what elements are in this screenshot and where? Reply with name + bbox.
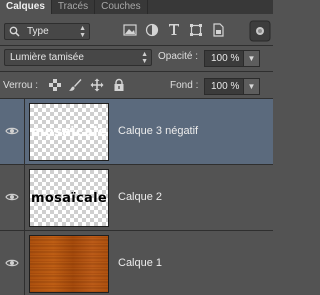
- thumbnail-text: mosaïcale: [31, 191, 107, 206]
- layer-name[interactable]: Calque 3 négatif: [118, 125, 198, 137]
- lock-position-move-icon[interactable]: [90, 78, 106, 94]
- layer-row[interactable]: mosaïcale Calque 3 négatif: [0, 99, 273, 165]
- blend-mode-select[interactable]: Lumière tamisée ▲ ▼: [4, 49, 152, 66]
- type-filter-icon[interactable]: [167, 22, 183, 38]
- layer-name[interactable]: Calque 2: [118, 191, 162, 203]
- opacity-dropdown-button[interactable]: ▼: [243, 50, 260, 67]
- lock-pixels-brush-icon[interactable]: [68, 78, 84, 94]
- visibility-toggle[interactable]: [0, 231, 25, 295]
- layer-row[interactable]: mosaïcale Calque 2: [0, 165, 273, 231]
- fill-label: Fond :: [170, 80, 199, 91]
- updown-arrows-icon: ▲ ▼: [141, 51, 148, 65]
- fill-dropdown-button[interactable]: ▼: [243, 78, 260, 95]
- lock-transparency-icon[interactable]: [48, 78, 64, 94]
- visibility-toggle[interactable]: [0, 99, 25, 164]
- adjustment-filter-icon[interactable]: [145, 23, 161, 39]
- visibility-toggle[interactable]: [0, 165, 25, 230]
- opacity-input[interactable]: 100 %: [204, 50, 244, 67]
- filter-toggle-icon[interactable]: [249, 20, 271, 42]
- image-filter-icon[interactable]: [123, 23, 139, 39]
- eye-icon: [5, 259, 19, 267]
- tab-calques[interactable]: Calques: [0, 0, 52, 14]
- lock-label: Verrou :: [3, 80, 39, 91]
- shape-filter-icon[interactable]: [189, 23, 205, 39]
- layers-list: mosaïcale Calque 3 négatif mosaïcale Cal…: [0, 99, 273, 295]
- thumbnail-text: mosaïcale: [31, 125, 107, 140]
- updown-arrows-icon: ▲ ▼: [79, 25, 86, 39]
- search-icon: [9, 26, 20, 42]
- fill-input[interactable]: 100 %: [204, 78, 244, 95]
- layer-thumbnail: [29, 235, 109, 293]
- layer-thumbnail: mosaïcale: [29, 169, 109, 227]
- layer-thumbnail: mosaïcale: [29, 103, 109, 161]
- blend-mode-value: Lumière tamisée: [10, 52, 84, 63]
- layer-row[interactable]: Calque 1: [0, 231, 273, 295]
- opacity-label: Opacité :: [158, 51, 199, 62]
- tab-traces[interactable]: Tracés: [52, 0, 96, 14]
- tab-couches[interactable]: Couches: [95, 0, 148, 14]
- filter-kind-select[interactable]: Type ▲ ▼: [4, 23, 90, 40]
- eye-icon: [5, 193, 19, 201]
- panel-tabs: Calques Tracés Couches: [0, 0, 273, 14]
- eye-icon: [5, 127, 19, 135]
- lock-all-icon[interactable]: [112, 78, 128, 94]
- filter-kind-label: Type: [27, 26, 49, 37]
- smart-object-filter-icon[interactable]: [211, 23, 227, 39]
- layer-name[interactable]: Calque 1: [118, 257, 162, 269]
